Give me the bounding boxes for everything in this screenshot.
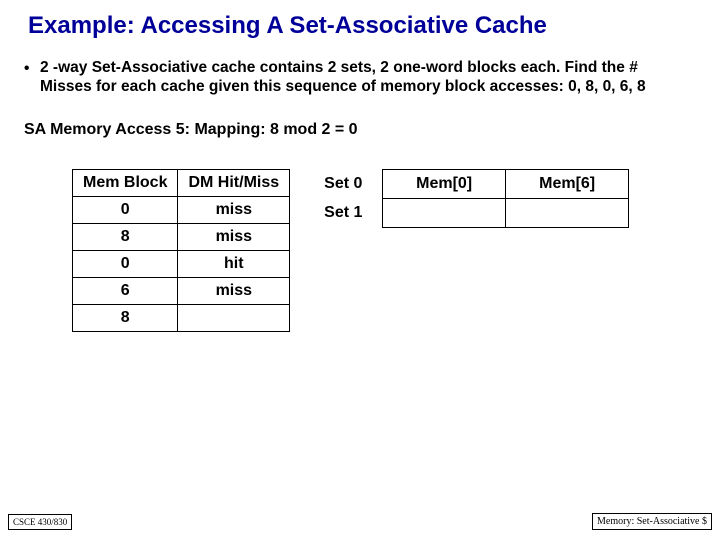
bullet-text: 2 -way Set-Associative cache contains 2 … (40, 58, 690, 97)
trace-cell: 8 (73, 223, 178, 250)
trace-cell: 8 (73, 304, 178, 331)
cache-table: Set 0 Mem[0] Mem[6] Set 1 (318, 169, 629, 228)
trace-header-block: Mem Block (73, 169, 178, 196)
cache-cell (383, 198, 506, 227)
trace-cell (178, 304, 290, 331)
table-row: 0 hit (73, 250, 290, 277)
table-row: Set 1 (318, 198, 629, 227)
table-row: 8 (73, 304, 290, 331)
bullet-dot-icon: • (24, 58, 40, 78)
trace-header-hitmiss: DM Hit/Miss (178, 169, 290, 196)
trace-cell: 0 (73, 250, 178, 277)
trace-cell: 6 (73, 277, 178, 304)
table-row: 0 miss (73, 196, 290, 223)
trace-cell: miss (178, 196, 290, 223)
trace-cell: hit (178, 250, 290, 277)
table-row: Set 0 Mem[0] Mem[6] (318, 169, 629, 198)
bullet-item: • 2 -way Set-Associative cache contains … (24, 58, 690, 97)
cache-cell: Mem[6] (506, 169, 629, 198)
cache-row-label: Set 1 (318, 198, 383, 227)
tables-area: Mem Block DM Hit/Miss 0 miss 8 miss 0 hi… (72, 169, 696, 332)
access-subheading: SA Memory Access 5: Mapping: 8 mod 2 = 0 (24, 121, 696, 139)
slide-title: Example: Accessing A Set-Associative Cac… (28, 12, 696, 40)
trace-table: Mem Block DM Hit/Miss 0 miss 8 miss 0 hi… (72, 169, 290, 332)
cache-cell (506, 198, 629, 227)
trace-cell: 0 (73, 196, 178, 223)
trace-cell: miss (178, 277, 290, 304)
cache-cell: Mem[0] (383, 169, 506, 198)
footer-topic: Memory: Set-Associative $ (592, 513, 712, 530)
footer-course-code: CSCE 430/830 (8, 514, 72, 530)
table-row: 8 miss (73, 223, 290, 250)
cache-row-label: Set 0 (318, 169, 383, 198)
trace-cell: miss (178, 223, 290, 250)
table-row: 6 miss (73, 277, 290, 304)
